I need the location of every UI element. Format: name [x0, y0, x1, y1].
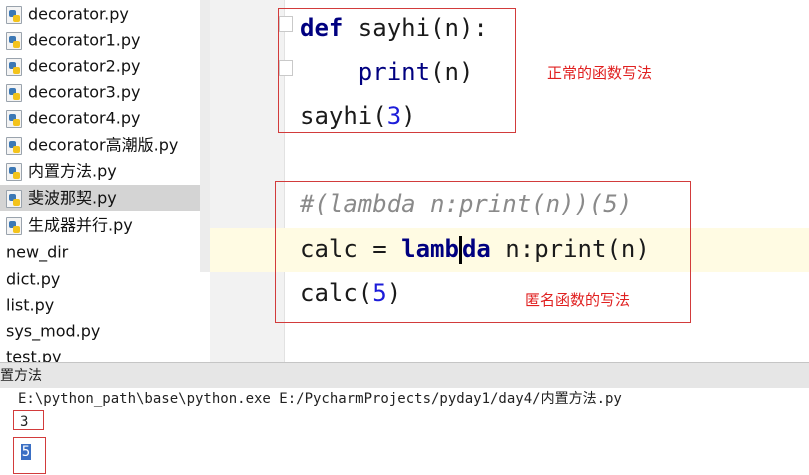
file-item[interactable]: decorator.py — [6, 1, 129, 27]
python-file-icon — [6, 83, 22, 102]
python-file-icon — [6, 136, 22, 155]
file-item-selected[interactable]: 斐波那契.py — [0, 185, 200, 211]
run-panel-title: 置方法 — [0, 368, 42, 384]
file-item[interactable]: decorator4.py — [6, 105, 141, 131]
file-item[interactable]: decorator高潮版.py — [6, 132, 178, 158]
editor-gutter — [210, 0, 285, 362]
file-label: list.py — [6, 295, 55, 315]
file-item[interactable]: decorator2.py — [6, 53, 141, 79]
annotation-anonymous: 匿名函数的写法 — [525, 291, 631, 309]
file-label: decorator2.py — [28, 56, 141, 76]
file-item[interactable]: test.py — [6, 344, 62, 363]
file-item[interactable]: list.py — [6, 292, 54, 318]
annotation-box-normal — [278, 8, 516, 133]
file-item[interactable]: 内置方法.py — [6, 158, 117, 184]
output-highlight-box — [13, 410, 44, 430]
file-label: decorator3.py — [28, 82, 141, 102]
file-label: decorator.py — [28, 4, 129, 24]
run-console[interactable]: E:\python_path\base\python.exe E:/Pychar… — [0, 388, 809, 475]
tree-scrollbar[interactable] — [200, 0, 210, 272]
python-file-icon — [6, 109, 22, 128]
file-label: decorator高潮版.py — [28, 135, 179, 155]
file-item[interactable]: decorator3.py — [6, 79, 141, 105]
file-label: test.py — [6, 347, 62, 363]
python-file-icon — [6, 31, 22, 50]
run-command: E:\python_path\base\python.exe E:/Pychar… — [18, 391, 622, 407]
file-label: dict.py — [6, 269, 61, 289]
python-file-icon — [6, 216, 22, 235]
run-panel-header[interactable]: 置方法 — [0, 362, 809, 388]
python-file-icon — [6, 5, 22, 24]
code-editor[interactable]: def sayhi(n): print(n) sayhi(3) #(lambda… — [210, 0, 809, 362]
ide-window: decorator.py decorator1.py decorator2.py… — [0, 0, 809, 475]
file-item[interactable]: sys_mod.py — [6, 318, 100, 344]
file-label: decorator4.py — [28, 108, 141, 128]
folder-label: new_dir — [6, 242, 69, 262]
python-file-icon — [6, 162, 22, 181]
annotation-normal: 正常的函数写法 — [547, 64, 653, 82]
python-file-icon — [6, 189, 22, 208]
folder-item[interactable]: new_dir — [6, 239, 68, 265]
file-item[interactable]: dict.py — [6, 266, 60, 292]
file-label: 生成器并行.py — [28, 215, 133, 235]
output-highlight-box — [13, 437, 46, 474]
project-tree: decorator.py decorator1.py decorator2.py… — [0, 0, 210, 362]
file-label: decorator1.py — [28, 30, 141, 50]
python-file-icon — [6, 57, 22, 76]
file-item[interactable]: 生成器并行.py — [6, 212, 133, 238]
file-item[interactable]: decorator1.py — [6, 27, 141, 53]
file-label: 内置方法.py — [28, 161, 117, 181]
file-label: sys_mod.py — [6, 321, 101, 341]
file-label: 斐波那契.py — [28, 188, 117, 208]
